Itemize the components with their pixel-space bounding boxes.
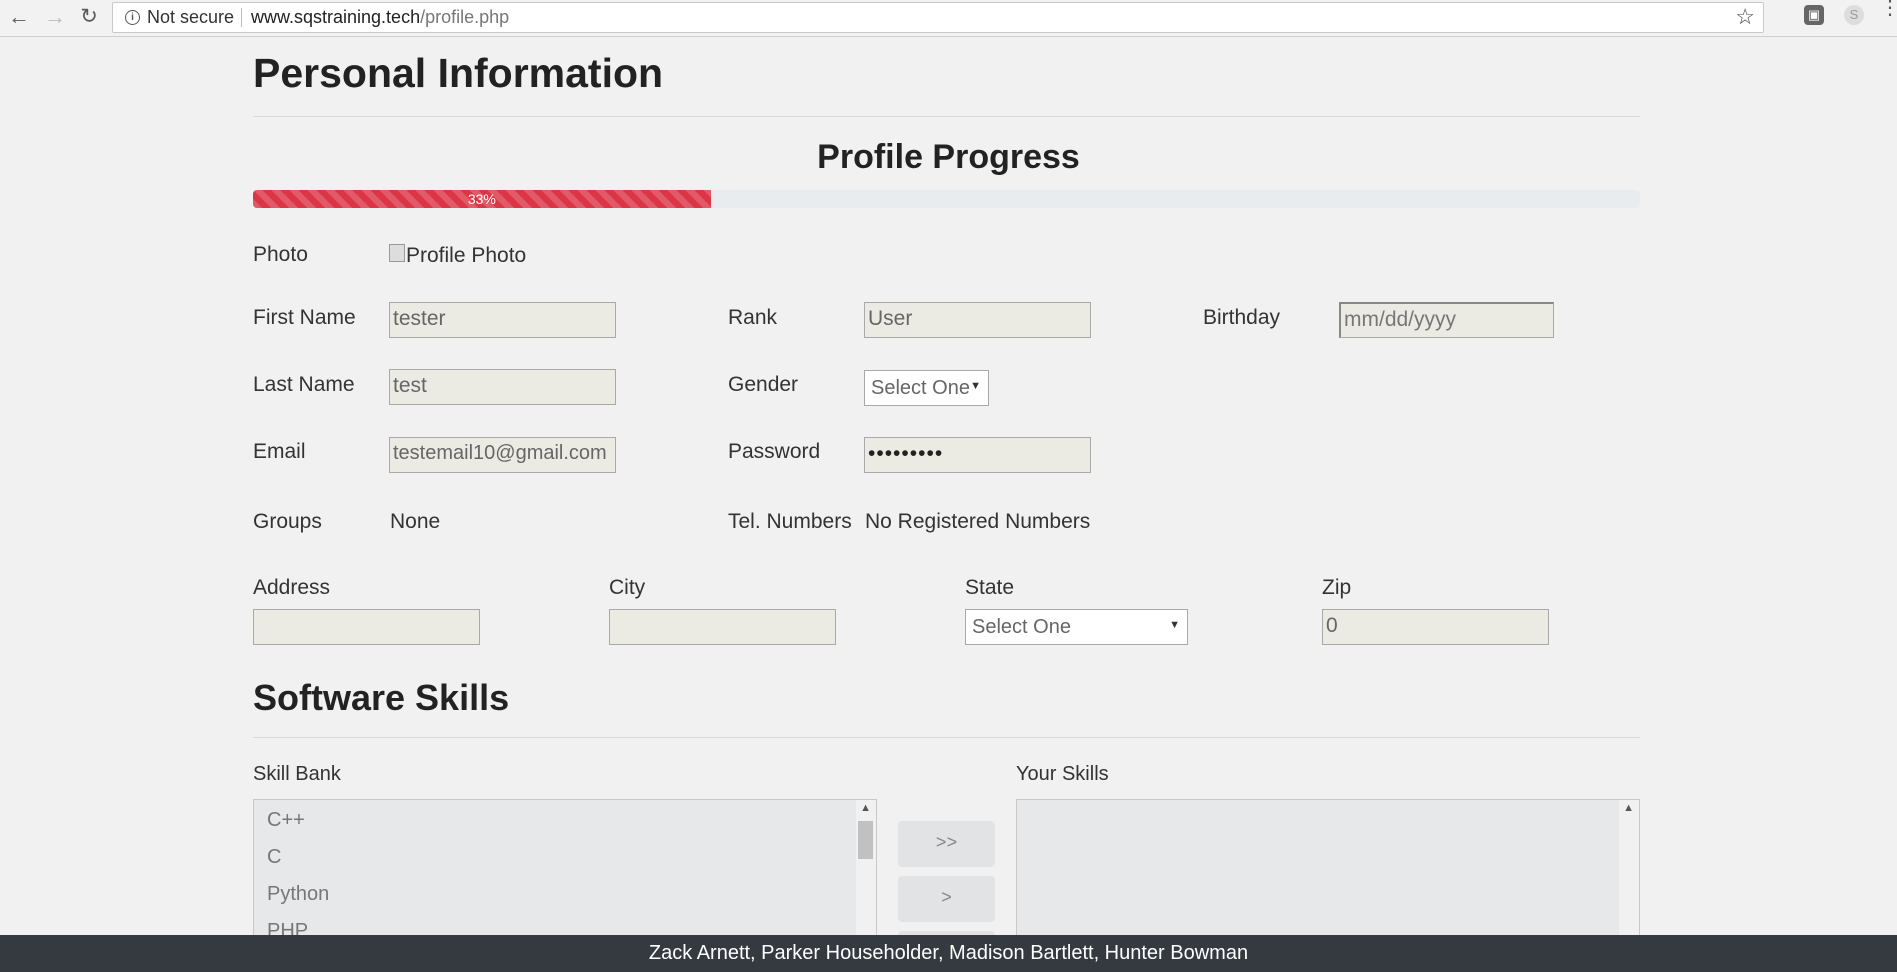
skill-bank-items: C++ C Python PHP — [254, 800, 876, 950]
photo-label: Photo — [253, 243, 308, 266]
groups-value: None — [390, 510, 441, 533]
city-label: City — [609, 576, 646, 599]
last-name-label: Last Name — [253, 373, 355, 396]
birthday-label: Birthday — [1203, 306, 1281, 329]
software-skills-heading: Software Skills — [253, 677, 510, 718]
progress-fill: 33% — [253, 190, 711, 208]
rank-label: Rank — [728, 306, 778, 329]
section-divider — [253, 116, 1640, 117]
state-select[interactable]: Select One ▼ — [965, 609, 1188, 645]
reload-icon[interactable]: ↻ — [76, 4, 102, 30]
profile-photo: Profile Photo — [389, 244, 526, 268]
first-name-field[interactable]: tester — [389, 302, 616, 338]
state-select-value: Select One — [972, 616, 1071, 638]
section-divider — [253, 737, 1640, 738]
profile-photo-alt: Profile Photo — [406, 244, 527, 267]
url-path: /profile.php — [420, 7, 510, 27]
email-field[interactable]: testemail10@gmail.com — [389, 437, 616, 473]
email-label: Email — [253, 440, 306, 463]
gender-label: Gender — [728, 373, 799, 396]
omnibox-divider — [241, 8, 242, 27]
skill-bank-item[interactable]: Python — [254, 876, 876, 913]
first-name-label: First Name — [253, 306, 356, 329]
zip-field[interactable]: 0 — [1322, 609, 1549, 645]
forward-icon[interactable]: → — [42, 4, 68, 30]
bookmark-star-icon[interactable]: ☆ — [1735, 4, 1755, 30]
your-skills-label: Your Skills — [1016, 763, 1109, 785]
groups-label: Groups — [253, 510, 322, 533]
address-label: Address — [253, 576, 331, 599]
security-label[interactable]: Not secure — [147, 7, 234, 28]
skype-extension-icon[interactable]: S — [1844, 5, 1864, 25]
password-field[interactable]: ••••••••• — [864, 437, 1091, 473]
address-bar[interactable]: i Not secure www.sqstraining.tech/profil… — [112, 2, 1764, 33]
skill-bank-item[interactable]: C — [254, 839, 876, 876]
state-label: State — [965, 576, 1015, 599]
skill-bank-label: Skill Bank — [253, 763, 341, 785]
browser-toolbar: ← → ↻ i Not secure www.sqstraining.tech/… — [0, 0, 1897, 37]
broken-image-icon — [389, 244, 405, 262]
zip-label: Zip — [1322, 576, 1352, 599]
add-skill-button[interactable]: > — [898, 876, 995, 922]
skill-bank-item[interactable]: C++ — [254, 802, 876, 839]
tel-numbers-value: No Registered Numbers — [865, 510, 1091, 533]
address-field[interactable] — [253, 609, 480, 645]
url-host: www.sqstraining.tech — [251, 7, 421, 27]
rank-field[interactable]: User — [864, 302, 1091, 338]
dropdown-arrow-icon: ▼ — [1169, 619, 1180, 631]
page-title: Personal Information — [253, 50, 664, 96]
add-all-skills-button[interactable]: >> — [898, 821, 995, 867]
scroll-up-icon[interactable]: ▲ — [860, 802, 871, 814]
footer-credits: Zack Arnett, Parker Householder, Madison… — [0, 935, 1897, 972]
profile-progress-bar: 33% — [253, 190, 1640, 208]
gender-select-value: Select One — [871, 377, 970, 399]
profile-progress-heading: Profile Progress — [817, 138, 1080, 176]
city-field[interactable] — [609, 609, 836, 645]
extension-icon[interactable]: ▣ — [1804, 5, 1824, 25]
scroll-up-icon[interactable]: ▲ — [1623, 802, 1634, 814]
last-name-field[interactable]: test — [389, 369, 616, 405]
back-icon[interactable]: ← — [6, 4, 32, 30]
gender-select[interactable]: Select One ▼ — [864, 370, 989, 406]
birthday-field[interactable]: mm/dd/yyyy — [1339, 302, 1554, 338]
tel-numbers-label: Tel. Numbers — [728, 510, 852, 533]
dropdown-arrow-icon: ▼ — [970, 380, 981, 392]
browser-menu-icon[interactable]: ⋮ — [1880, 0, 1897, 18]
url-text[interactable]: www.sqstraining.tech/profile.php — [251, 7, 509, 28]
password-label: Password — [728, 440, 821, 463]
scroll-thumb[interactable] — [858, 821, 873, 859]
info-icon[interactable]: i — [125, 10, 140, 25]
